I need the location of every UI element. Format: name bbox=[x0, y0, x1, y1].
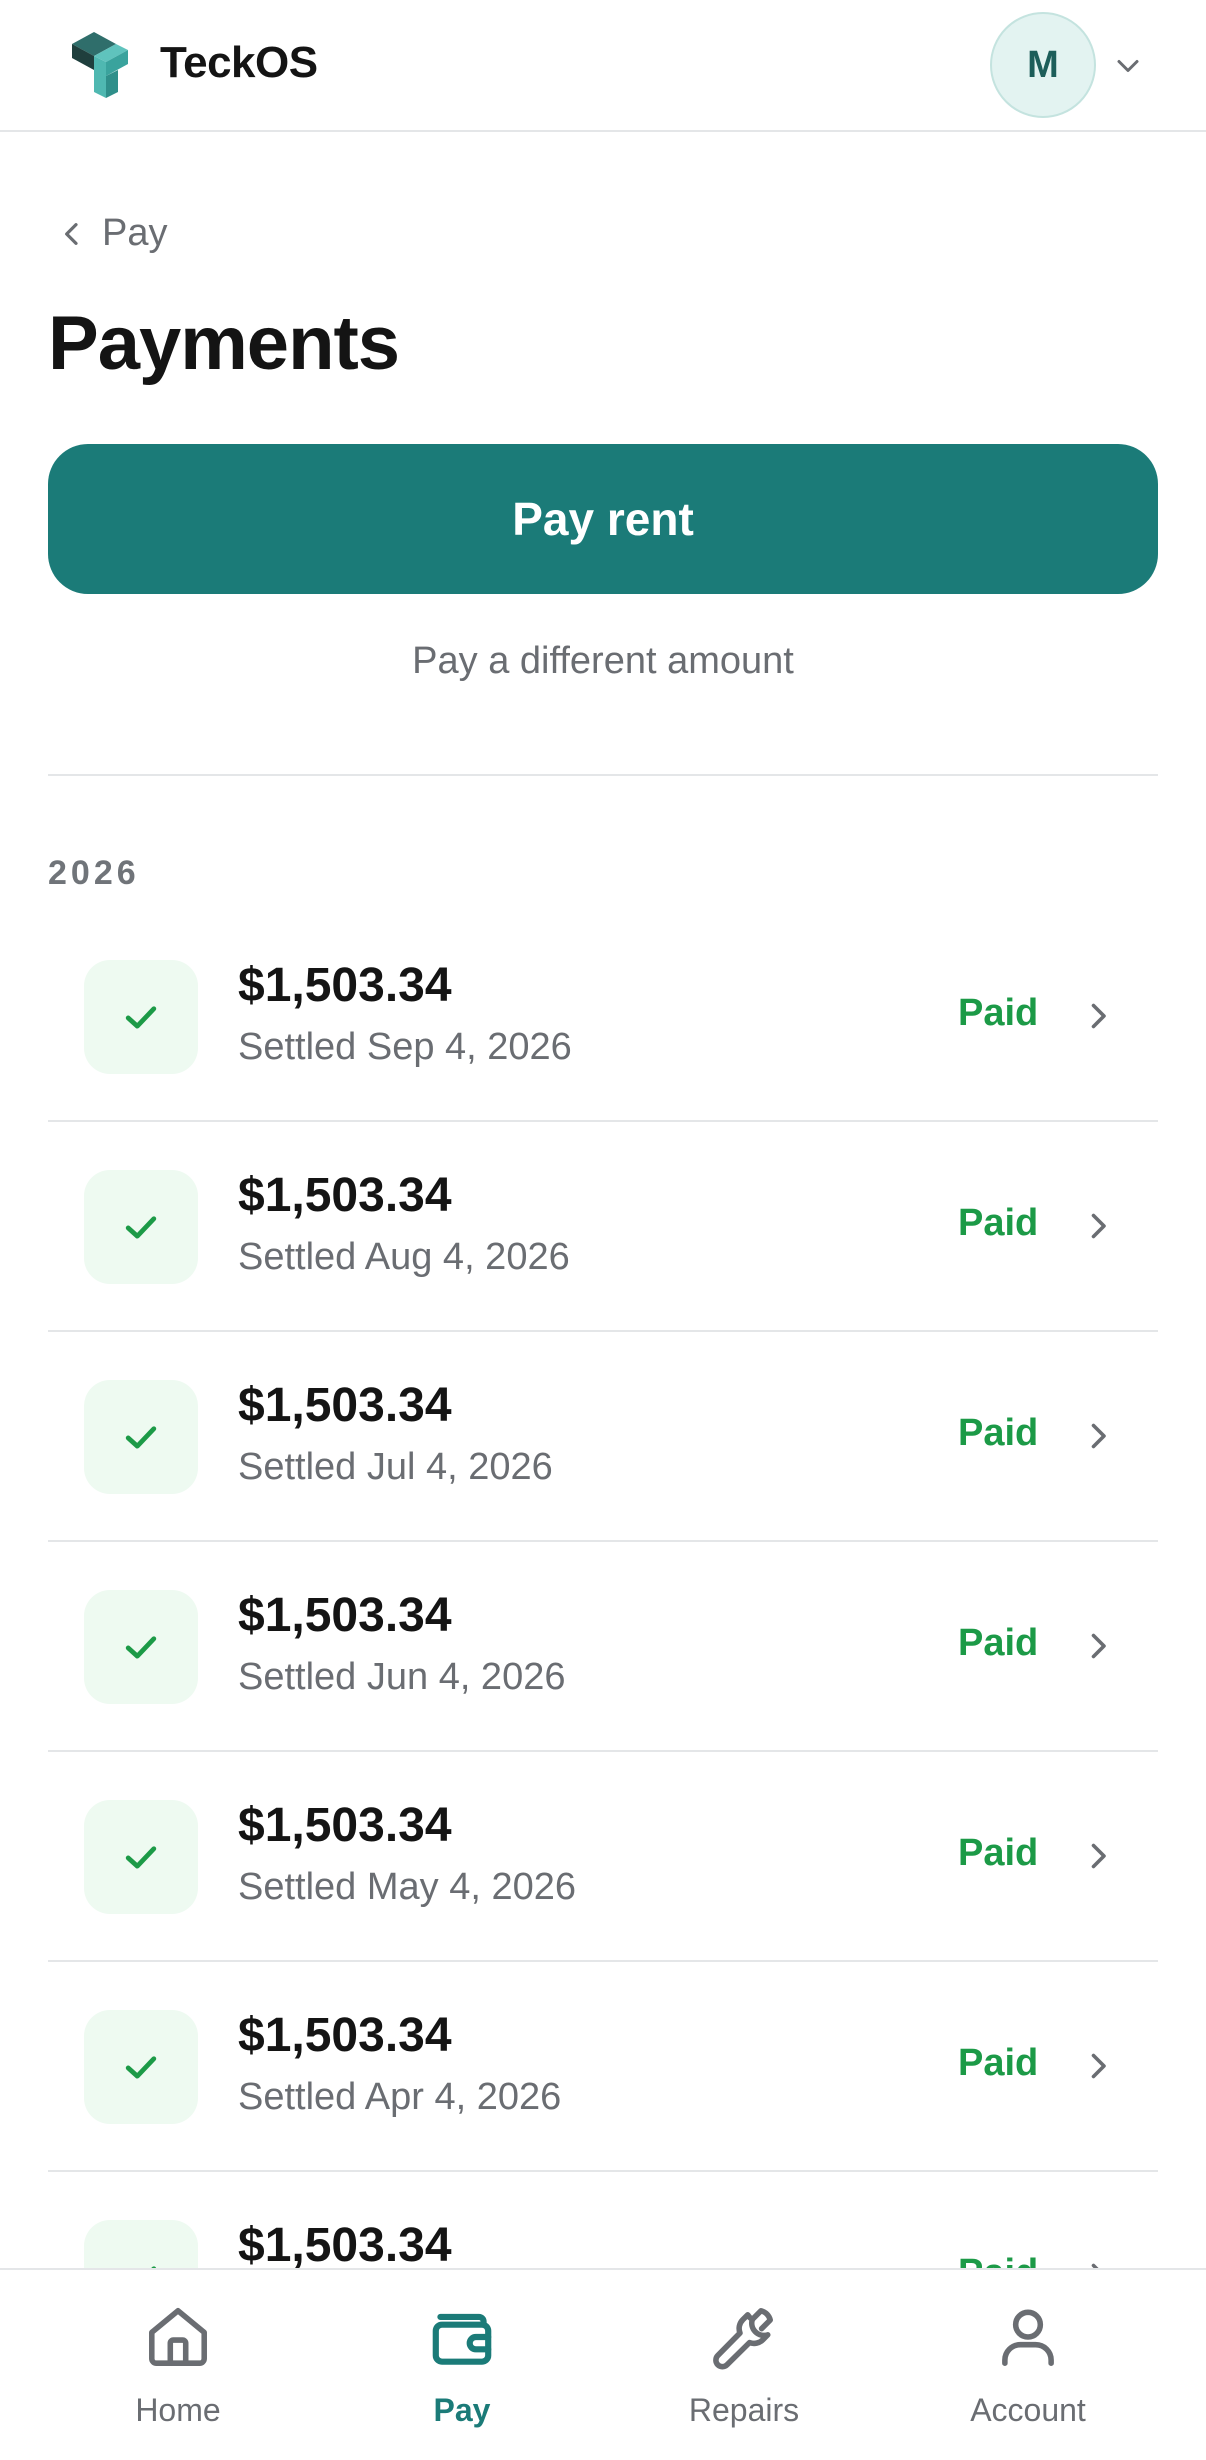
chevron-down-icon[interactable] bbox=[1110, 48, 1146, 84]
payment-settled-date: Settled Sep 4, 2026 bbox=[238, 1026, 572, 1068]
nav-item-account[interactable]: Account bbox=[908, 2270, 1148, 2460]
payment-settled-date: Settled May 4, 2026 bbox=[238, 1866, 576, 1908]
nav-item-repairs[interactable]: Repairs bbox=[624, 2270, 864, 2460]
payment-row[interactable]: $1,503.34 Settled Jun 4, 2026 Paid bbox=[48, 1542, 1158, 1752]
chevron-right-icon bbox=[1091, 1213, 1106, 1239]
nav-item-label: Account bbox=[970, 2392, 1086, 2428]
check-icon bbox=[125, 1426, 157, 1449]
payment-amount: $1,503.34 bbox=[238, 1799, 452, 1852]
payment-status: Paid bbox=[958, 1622, 1039, 1664]
nav-item-label: Home bbox=[135, 2392, 221, 2428]
check-icon bbox=[125, 2056, 157, 2079]
payments-list: $1,503.34 Settled Sep 4, 2026 Paid $1,50… bbox=[48, 912, 1158, 2382]
payment-row[interactable]: $1,503.34 Settled Aug 4, 2026 Paid bbox=[48, 1122, 1158, 1332]
paid-status-badge bbox=[84, 960, 198, 1074]
payment-amount: $1,503.34 bbox=[238, 959, 452, 1012]
check-icon bbox=[125, 1636, 157, 1659]
teckos-logo-icon bbox=[72, 32, 128, 98]
pay-rent-button[interactable]: Pay rent bbox=[48, 444, 1158, 594]
nav-item-home[interactable]: Home bbox=[58, 2270, 298, 2460]
person-icon bbox=[1002, 2309, 1054, 2366]
chevron-right-icon bbox=[1091, 1843, 1106, 1869]
wrench-icon bbox=[713, 2308, 773, 2370]
payment-row[interactable]: $1,503.34 Settled Jul 4, 2026 Paid bbox=[48, 1332, 1158, 1542]
payment-row[interactable]: $1,503.34 Settled May 4, 2026 Paid bbox=[48, 1752, 1158, 1962]
back-link[interactable]: Pay bbox=[56, 212, 167, 255]
payment-status: Paid bbox=[958, 2042, 1039, 2084]
paid-status-badge bbox=[84, 1590, 198, 1704]
home-icon bbox=[149, 2308, 207, 2366]
bottom-nav: Home Pay Repairs Account bbox=[0, 2268, 1206, 2460]
payment-amount: $1,503.34 bbox=[238, 2219, 452, 2272]
app-header: TeckOS M bbox=[0, 0, 1206, 132]
payment-row[interactable]: $1,503.34 Settled Apr 4, 2026 Paid bbox=[48, 1962, 1158, 2172]
payment-status: Paid bbox=[958, 992, 1039, 1034]
payment-amount: $1,503.34 bbox=[238, 2009, 452, 2062]
avatar[interactable]: M bbox=[990, 12, 1096, 118]
paid-status-badge bbox=[84, 1380, 198, 1494]
chevron-right-icon bbox=[1091, 1003, 1106, 1029]
divider bbox=[48, 774, 1158, 776]
year-heading: 2026 bbox=[48, 854, 140, 892]
brand-name: TeckOS bbox=[160, 38, 318, 87]
back-link-label: Pay bbox=[102, 212, 168, 254]
paid-status-badge bbox=[84, 2010, 198, 2124]
payment-status: Paid bbox=[958, 1412, 1039, 1454]
check-icon bbox=[125, 1006, 157, 1029]
nav-item-label: Pay bbox=[433, 2392, 491, 2428]
page-title: Payments bbox=[48, 301, 400, 386]
check-icon bbox=[125, 1846, 157, 1869]
chevron-right-icon bbox=[1091, 2053, 1106, 2079]
chevron-left-icon bbox=[65, 222, 78, 245]
payment-settled-date: Settled Jun 4, 2026 bbox=[238, 1656, 566, 1698]
payment-settled-date: Settled Jul 4, 2026 bbox=[238, 1446, 553, 1488]
payment-settled-date: Settled Aug 4, 2026 bbox=[238, 1236, 570, 1278]
paid-status-badge bbox=[84, 1800, 198, 1914]
payment-settled-date: Settled Apr 4, 2026 bbox=[238, 2076, 562, 2118]
payment-row[interactable]: $1,503.34 Settled Sep 4, 2026 Paid bbox=[48, 912, 1158, 1122]
chevron-right-icon bbox=[1091, 1633, 1106, 1659]
payment-status: Paid bbox=[958, 1832, 1039, 1874]
payment-status: Paid bbox=[958, 1202, 1039, 1244]
payment-amount: $1,503.34 bbox=[238, 1589, 452, 1642]
nav-item-pay[interactable]: Pay bbox=[342, 2270, 582, 2460]
paid-status-badge bbox=[84, 1170, 198, 1284]
payment-amount: $1,503.34 bbox=[238, 1379, 452, 1432]
pay-different-amount-link[interactable]: Pay a different amount bbox=[0, 640, 1206, 683]
chevron-right-icon bbox=[1091, 1423, 1106, 1449]
nav-item-label: Repairs bbox=[688, 2392, 800, 2428]
payment-amount: $1,503.34 bbox=[238, 1169, 452, 1222]
check-icon bbox=[125, 1216, 157, 1239]
wallet-icon bbox=[432, 2313, 492, 2365]
